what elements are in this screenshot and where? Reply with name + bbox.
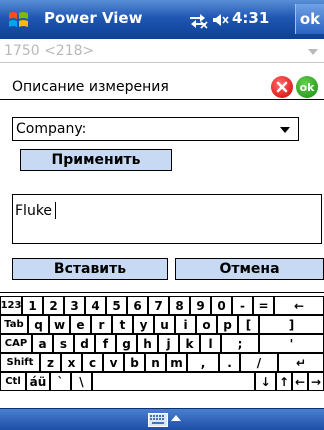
key-accents[interactable]: áü (26, 372, 50, 391)
key-i[interactable]: i (175, 315, 196, 334)
key-comma[interactable]: , (187, 353, 219, 372)
key-5[interactable]: 5 (106, 296, 127, 315)
measurement-description-header: Описание измерения ok (0, 74, 324, 100)
key-backspace[interactable]: ← (274, 296, 324, 315)
key-backslash[interactable]: \ (71, 372, 92, 391)
key-w[interactable]: w (49, 315, 70, 334)
key-quote[interactable]: ' (259, 334, 324, 353)
apply-button[interactable]: Применить (20, 149, 172, 171)
clock[interactable]: 4:31 (232, 9, 269, 27)
title-bar: Power View 4:31 ok (0, 0, 324, 39)
key-arrow-up[interactable]: ↑ (276, 372, 292, 391)
title-ok-button[interactable]: ok (295, 4, 324, 34)
insert-button[interactable]: Вставить (12, 258, 168, 280)
key-n[interactable]: n (145, 353, 166, 372)
keyboard-icon[interactable] (148, 413, 168, 427)
key-minus[interactable]: - (232, 296, 253, 315)
key-u[interactable]: u (154, 315, 175, 334)
key-caps[interactable]: CAP (0, 334, 32, 353)
connectivity-icon[interactable] (188, 11, 208, 29)
key-bracket-close[interactable]: ] (259, 315, 324, 334)
key-period[interactable]: . (219, 353, 240, 372)
key-arrow-down[interactable]: ↓ (255, 372, 276, 391)
key-l[interactable]: l (200, 334, 221, 353)
dimension-combo[interactable]: 1750 <218> (0, 40, 324, 63)
key-1[interactable]: 1 (22, 296, 43, 315)
key-slash[interactable]: / (240, 353, 278, 372)
key-z[interactable]: z (40, 353, 61, 372)
key-x[interactable]: x (61, 353, 82, 372)
key-t[interactable]: t (112, 315, 133, 334)
cancel-button[interactable]: Отмена (175, 258, 324, 280)
key-tab[interactable]: Tab (0, 315, 28, 334)
key-v[interactable]: v (103, 353, 124, 372)
close-icon (276, 81, 288, 93)
dimension-combo-value: 1750 <218> (4, 43, 95, 59)
key-8[interactable]: 8 (169, 296, 190, 315)
key-2[interactable]: 2 (43, 296, 64, 315)
key-bracket-open[interactable]: [ (238, 315, 259, 334)
key-ctl[interactable]: Ctl (0, 372, 26, 391)
key-space[interactable] (92, 372, 255, 391)
key-c[interactable]: c (82, 353, 103, 372)
key-123[interactable]: 123 (0, 296, 22, 315)
input-panel-bar (0, 408, 324, 430)
page-title: Описание измерения (12, 79, 169, 95)
description-input[interactable]: Fluke (12, 194, 322, 244)
key-r[interactable]: r (91, 315, 112, 334)
key-p[interactable]: p (217, 315, 238, 334)
key-7[interactable]: 7 (148, 296, 169, 315)
key-k[interactable]: k (179, 334, 200, 353)
key-backtick[interactable]: ` (50, 372, 71, 391)
cancel-circle-button[interactable] (271, 76, 293, 98)
key-3[interactable]: 3 (64, 296, 85, 315)
key-arrow-right[interactable]: → (308, 372, 324, 391)
key-6[interactable]: 6 (127, 296, 148, 315)
key-j[interactable]: j (158, 334, 179, 353)
key-y[interactable]: y (133, 315, 154, 334)
key-o[interactable]: o (196, 315, 217, 334)
key-q[interactable]: q (28, 315, 49, 334)
key-h[interactable]: h (137, 334, 158, 353)
description-input-value: Fluke (15, 203, 53, 219)
windows-start-icon[interactable] (6, 7, 32, 33)
key-shift[interactable]: Shift (0, 353, 40, 372)
key-semicolon[interactable]: ; (221, 334, 259, 353)
chevron-down-icon (280, 127, 290, 133)
key-m[interactable]: m (166, 353, 187, 372)
app-title: Power View (44, 9, 143, 27)
company-select[interactable]: Company: (12, 117, 299, 141)
text-caret (55, 202, 56, 219)
key-arrow-left[interactable]: ← (292, 372, 308, 391)
ok-circle-button[interactable]: ok (296, 76, 318, 98)
chevron-down-icon (308, 49, 318, 55)
key-e[interactable]: e (70, 315, 91, 334)
key-d[interactable]: d (74, 334, 95, 353)
soft-keyboard: 123 1 2 3 4 5 6 7 8 9 0 - = ← Tab q w e … (0, 292, 324, 406)
key-f[interactable]: f (95, 334, 116, 353)
key-enter[interactable]: ↵ (278, 353, 324, 372)
key-s[interactable]: s (53, 334, 74, 353)
volume-icon[interactable] (211, 11, 229, 29)
key-b[interactable]: b (124, 353, 145, 372)
company-select-value: Company: (16, 121, 87, 137)
key-4[interactable]: 4 (85, 296, 106, 315)
key-g[interactable]: g (116, 334, 137, 353)
chevron-up-icon[interactable] (171, 415, 181, 421)
key-a[interactable]: a (32, 334, 53, 353)
key-0[interactable]: 0 (211, 296, 232, 315)
key-9[interactable]: 9 (190, 296, 211, 315)
key-equals[interactable]: = (253, 296, 274, 315)
